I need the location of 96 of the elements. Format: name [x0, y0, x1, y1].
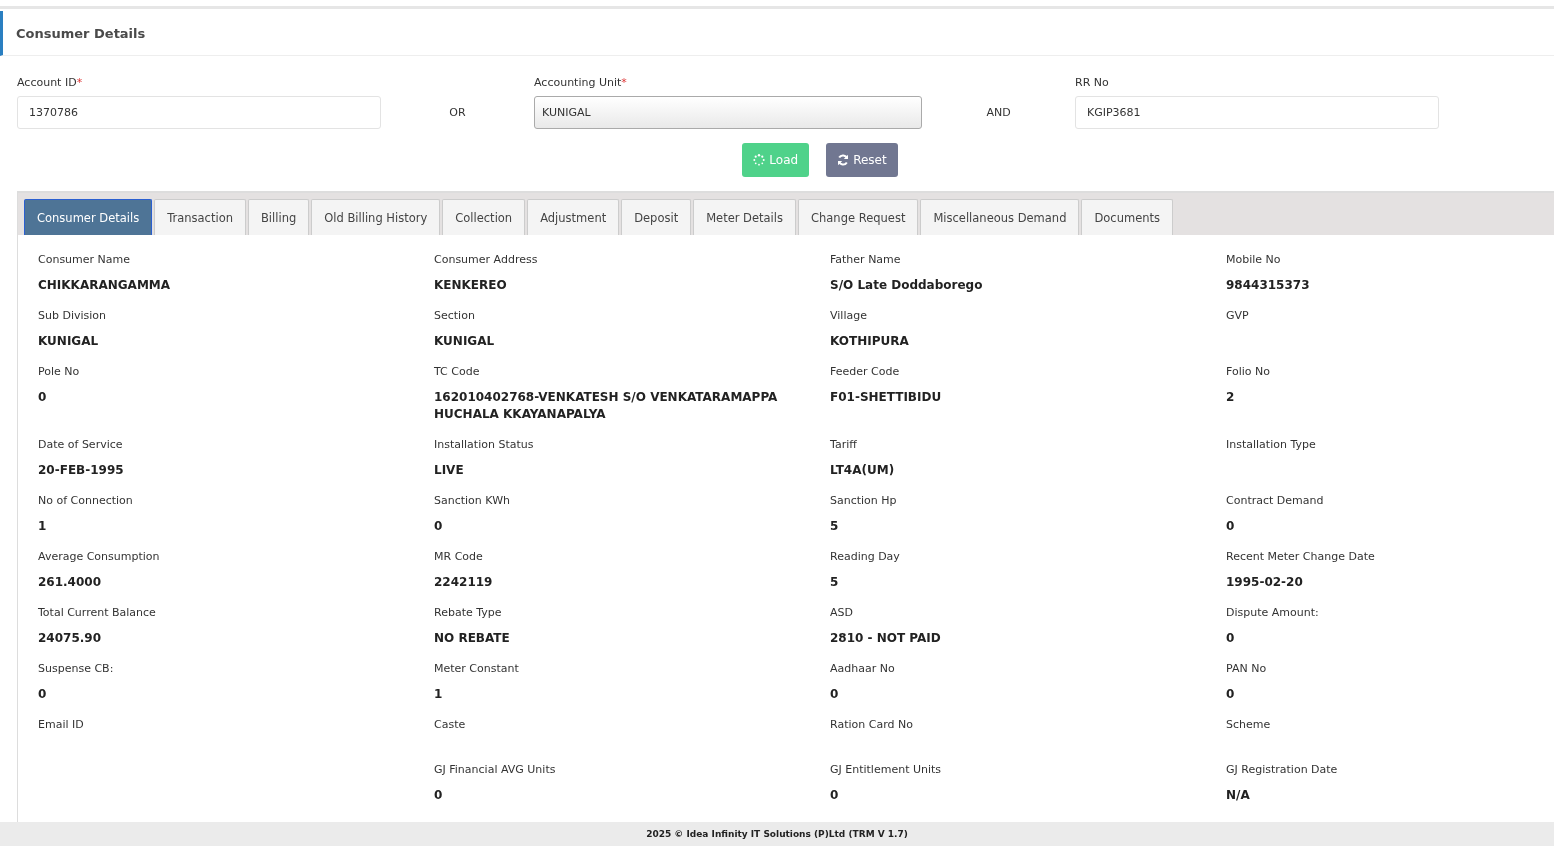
detail-label: GJ Entitlement Units	[830, 763, 943, 776]
tab[interactable]: Meter Details	[693, 199, 796, 235]
detail-value: 20-FEB-1995	[38, 462, 125, 479]
detail-label: Date of Service	[38, 438, 124, 451]
tab[interactable]: Miscellaneous Demand	[920, 199, 1080, 235]
detail-label: Total Current Balance	[38, 606, 157, 619]
detail-label: ASD	[830, 606, 854, 619]
detail-value: 162010402768-VENKATESH S/O VENKATARAMAPPA HUCHALA KKAYANAPALYA	[434, 389, 779, 423]
tab[interactable]: Transaction	[154, 199, 246, 235]
detail-value: 0	[38, 686, 48, 703]
detail-label: Village	[830, 309, 868, 322]
tab[interactable]: Change Request	[798, 199, 919, 235]
detail-value: N/A	[1226, 787, 1251, 804]
detail-label: Feeder Code	[830, 365, 901, 378]
detail-label: Meter Constant	[434, 662, 520, 675]
detail-value: F01-SHETTIBIDU	[830, 389, 943, 406]
detail-label: Sanction Hp	[830, 494, 898, 507]
detail-value: 0	[1226, 630, 1236, 647]
detail-label: Consumer Name	[38, 253, 132, 266]
detail-label: MR Code	[434, 550, 484, 563]
input-field[interactable]: 1370786	[17, 96, 381, 129]
detail-value: 0	[1226, 686, 1236, 703]
detail-value: S/O Late Doddaborego	[830, 277, 984, 294]
detail-label: Section	[434, 309, 476, 322]
detail-label: GVP	[1226, 309, 1250, 322]
tab[interactable]: Collection	[442, 199, 526, 235]
detail-label: Consumer Address	[434, 253, 539, 266]
detail-label: Folio No	[1226, 365, 1271, 378]
detail-label: Email ID	[38, 718, 85, 731]
detail-label: No of Connection	[38, 494, 134, 507]
conjunction-label: AND	[986, 106, 1011, 119]
detail-value: LIVE	[434, 462, 465, 479]
detail-label: Suspense CB:	[38, 662, 115, 675]
detail-value: 24075.90	[38, 630, 102, 647]
detail-label: Aadhaar No	[830, 662, 896, 675]
detail-value: KOTHIPURA	[830, 333, 910, 350]
detail-label: Installation Type	[1226, 438, 1317, 451]
detail-label: Installation Status	[434, 438, 535, 451]
detail-value: 0	[1226, 518, 1236, 535]
field-label: RR No	[1075, 76, 1110, 89]
detail-value: 1	[434, 686, 444, 703]
detail-value: 1995-02-20	[1226, 574, 1304, 591]
accounting-unit-select[interactable]: KUNIGAL	[534, 96, 922, 129]
detail-value: 9844315373	[1226, 277, 1311, 294]
detail-value: 261.4000	[38, 574, 102, 591]
field-label: Accounting Unit*	[534, 76, 628, 89]
field-label: Account ID*	[17, 76, 84, 89]
tab[interactable]: Consumer Details	[24, 199, 153, 235]
detail-value: 0	[38, 389, 48, 406]
detail-value: NO REBATE	[434, 630, 511, 647]
detail-value: CHIKKARANGAMMA	[38, 277, 172, 294]
tab[interactable]: Adjustment	[527, 199, 620, 235]
detail-value: 2810 - NOT PAID	[830, 630, 942, 647]
detail-value: 5	[830, 518, 840, 535]
detail-label: Sub Division	[38, 309, 107, 322]
detail-label: GJ Financial AVG Units	[434, 763, 557, 776]
detail-label: Scheme	[1226, 718, 1272, 731]
refresh-icon	[837, 154, 850, 166]
tab[interactable]: Deposit	[621, 199, 692, 235]
detail-label: Sanction KWh	[434, 494, 511, 507]
copyright-text: 2025 © Idea Infinity IT Solutions (P)Ltd (TRM V 1.7)	[646, 829, 908, 839]
reset-button[interactable]: Reset	[826, 143, 898, 177]
input-field[interactable]: KGIP3681	[1075, 96, 1439, 129]
detail-value: 0	[830, 787, 840, 804]
detail-label: Father Name	[830, 253, 902, 266]
tab[interactable]: Billing	[247, 199, 310, 235]
detail-label: Recent Meter Change Date	[1226, 550, 1376, 563]
detail-label: GJ Registration Date	[1226, 763, 1339, 776]
detail-value: 2242119	[434, 574, 494, 591]
detail-label: Contract Demand	[1226, 494, 1325, 507]
spinner-icon	[753, 154, 766, 166]
detail-label: Average Consumption	[38, 550, 161, 563]
detail-value: 0	[434, 518, 444, 535]
detail-value: 1	[38, 518, 48, 535]
detail-label: Ration Card No	[830, 718, 914, 731]
detail-label: Tariff	[830, 438, 858, 451]
detail-value: 5	[830, 574, 840, 591]
detail-label: Caste	[434, 718, 467, 731]
conjunction-label: OR	[449, 106, 466, 119]
detail-label: TC Code	[434, 365, 481, 378]
detail-value: KUNIGAL	[38, 333, 100, 350]
detail-value: KENKEREO	[434, 277, 508, 294]
tab[interactable]: Documents	[1081, 199, 1174, 235]
detail-label: Pole No	[38, 365, 81, 378]
detail-value: 2	[1226, 389, 1236, 406]
tab[interactable]: Old Billing History	[311, 199, 441, 235]
detail-label: Reading Day	[830, 550, 901, 563]
detail-value: 0	[434, 787, 444, 804]
detail-label: Mobile No	[1226, 253, 1282, 266]
detail-value: 0	[830, 686, 840, 703]
detail-label: PAN No	[1226, 662, 1268, 675]
detail-value: KUNIGAL	[434, 333, 496, 350]
page-title: Consumer Details	[16, 25, 146, 41]
detail-label: Dispute Amount:	[1226, 606, 1320, 619]
detail-value: LT4A(UM)	[830, 462, 896, 479]
detail-label: Rebate Type	[434, 606, 503, 619]
